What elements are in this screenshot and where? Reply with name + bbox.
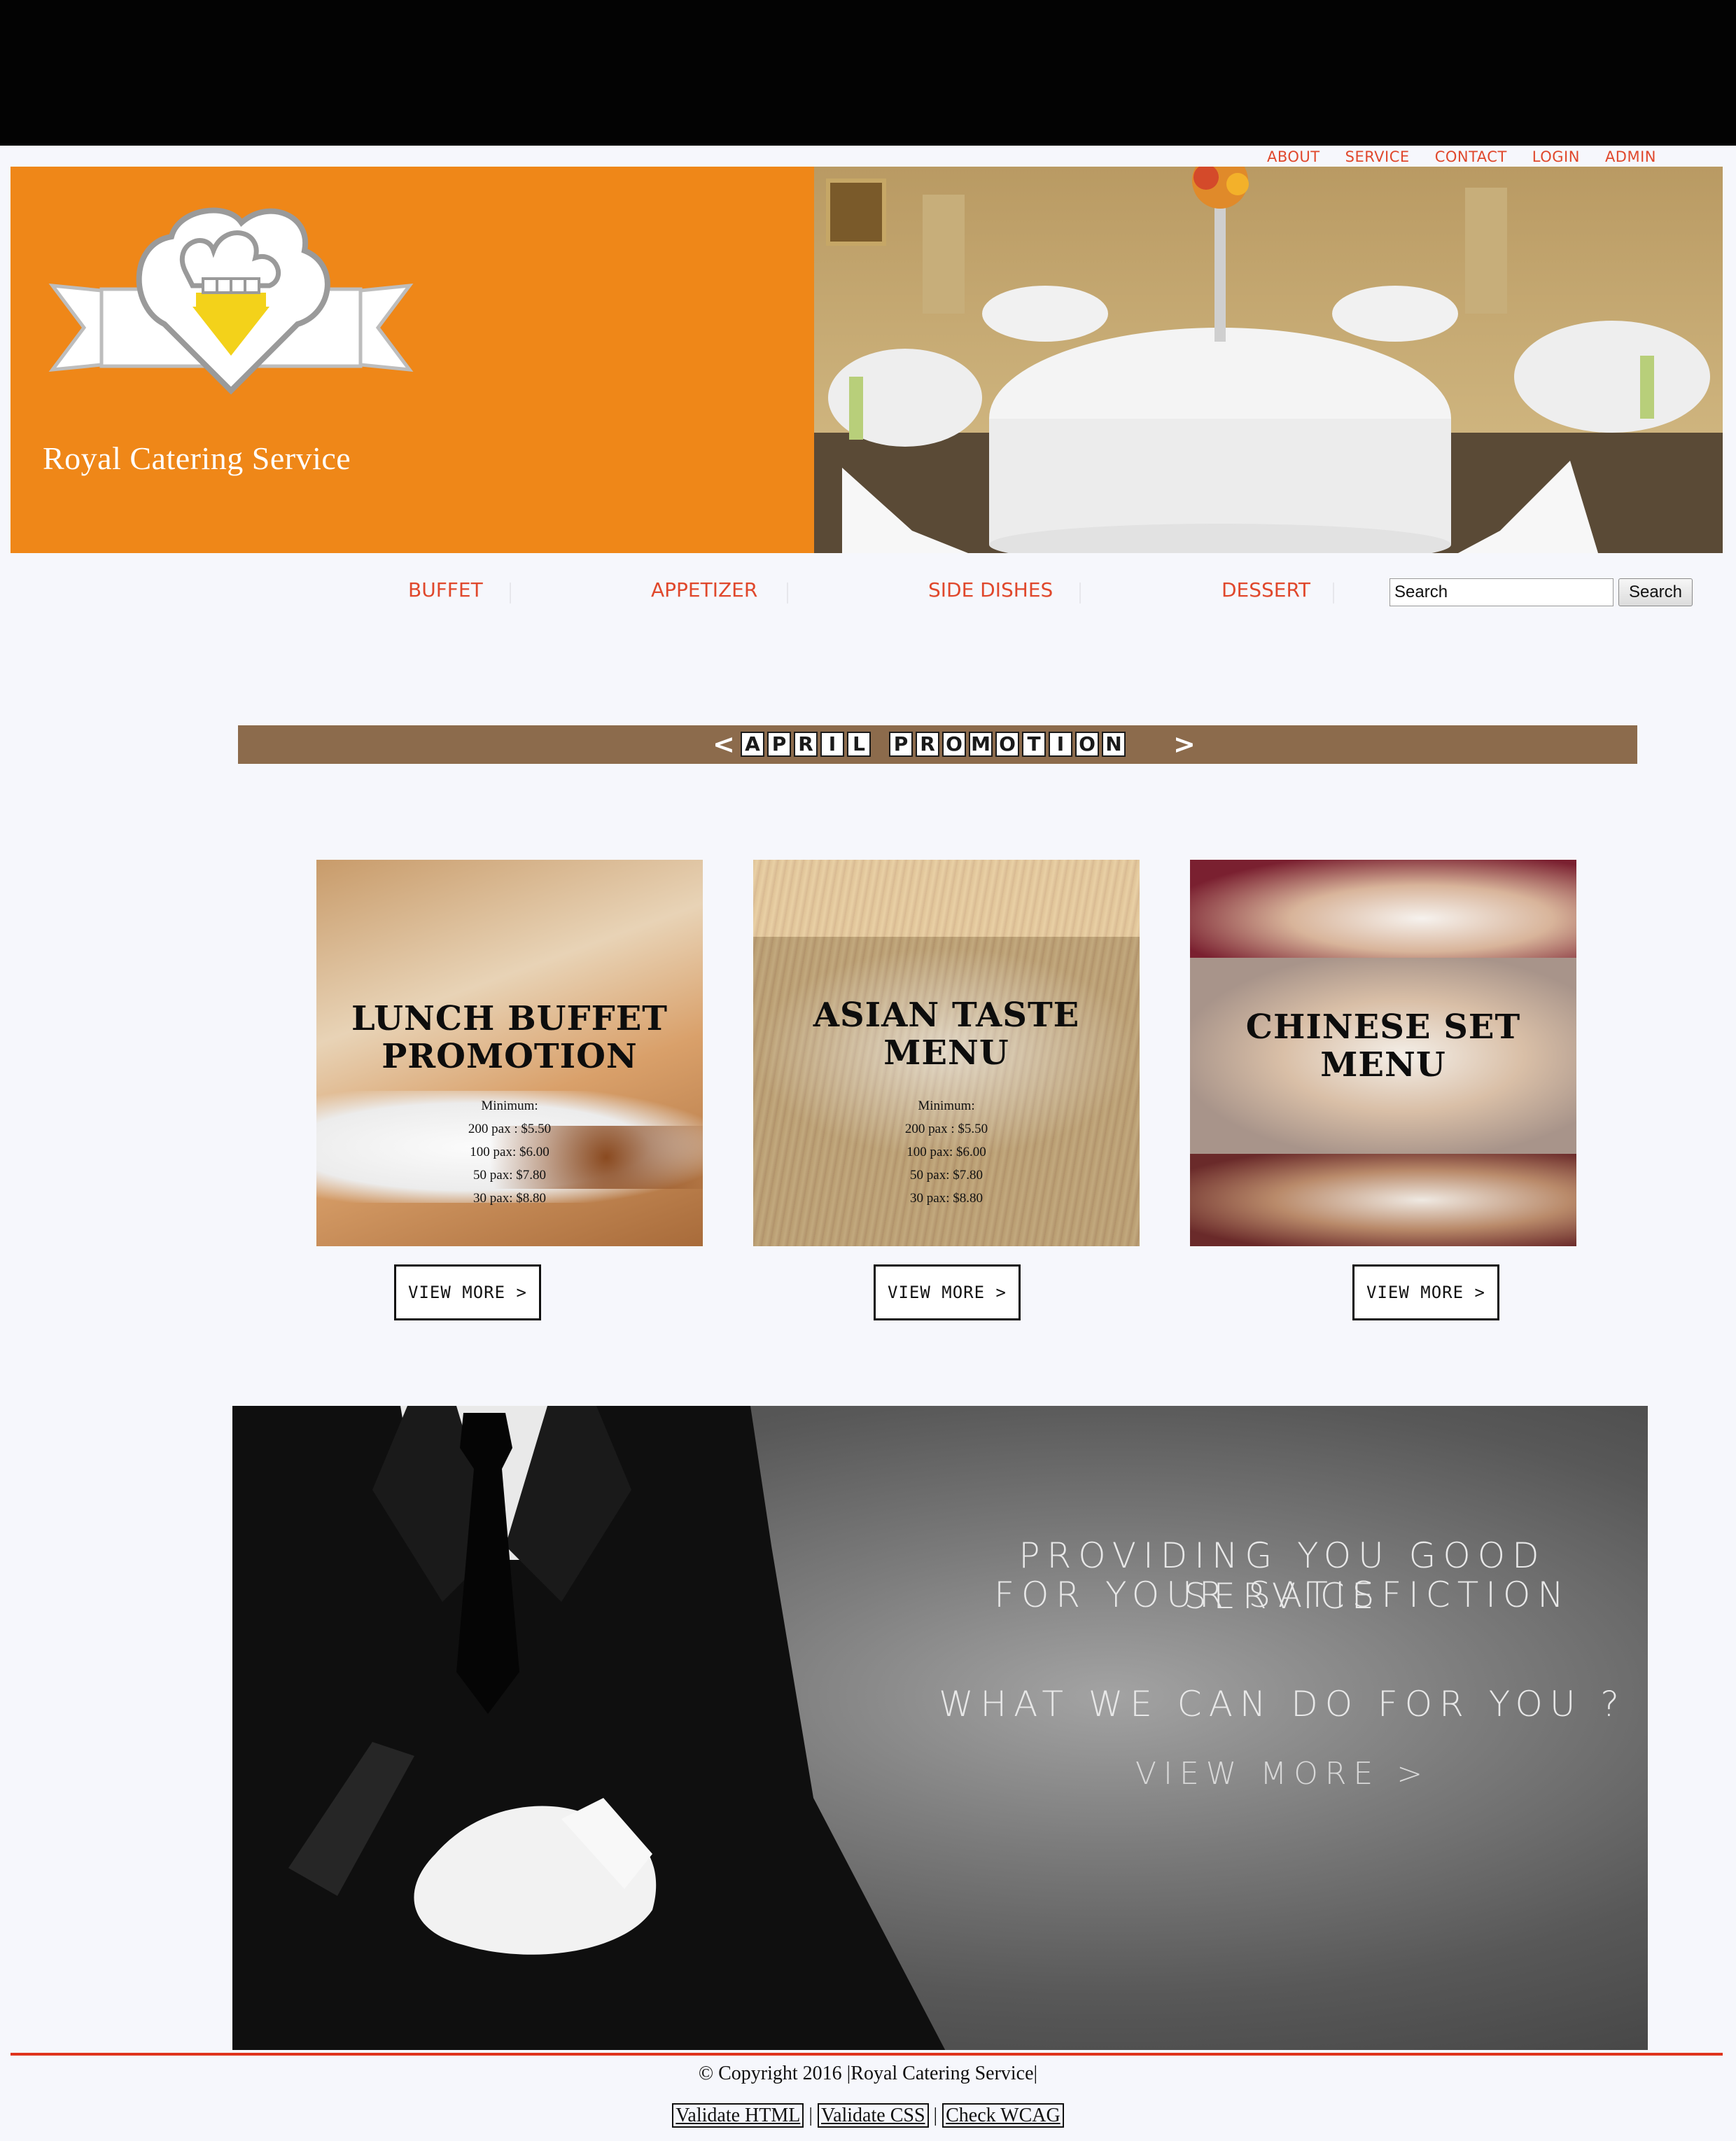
nav-divider <box>787 583 788 604</box>
check-wcag-link[interactable]: Check WCAG <box>942 2103 1064 2128</box>
promo-letter-tile: A <box>741 732 764 757</box>
promo-title: APRILPROMOTION <box>741 732 1128 757</box>
link-separator: | <box>933 2105 938 2126</box>
service-headline-2: FOR YOUR SATISFICTION <box>994 1575 1571 1615</box>
top-nav-contact[interactable]: CONTACT <box>1435 147 1507 167</box>
validate-css-link[interactable]: Validate CSS <box>817 2103 929 2128</box>
card-plate-bottom <box>1190 1154 1576 1246</box>
promo-letter-tile: M <box>969 732 993 757</box>
promo-word-gap <box>874 732 886 757</box>
promo-letter-tile: O <box>1075 732 1099 757</box>
copyright-text: © Copyright 2016 |Royal Catering Service… <box>698 2063 1038 2084</box>
promo-letter-tile: O <box>942 732 966 757</box>
promo-card-asian-taste[interactable]: ASIAN TASTE MENU Minimum: 200 pax : $5.5… <box>753 860 1140 1246</box>
promo-letter-tile: I <box>820 732 844 757</box>
validator-links: Validate HTML | Validate CSS | Check WCA… <box>0 2103 1736 2128</box>
card-plate-top <box>1190 860 1576 958</box>
service-view-more-link[interactable]: VIEW MORE > <box>932 1756 1632 1792</box>
card-strip-light <box>753 860 1140 937</box>
search-input[interactable] <box>1390 578 1614 606</box>
banquet-hall-image-icon <box>814 167 1723 553</box>
nav-divider <box>1079 583 1081 604</box>
promo-letter-tile: L <box>847 732 871 757</box>
card-detail-line: Minimum: <box>918 1099 975 1113</box>
top-nav-login[interactable]: LOGIN <box>1532 147 1580 167</box>
card-detail-line: 200 pax : $5.50 <box>904 1122 988 1136</box>
card-detail-line: 200 pax : $5.50 <box>468 1122 552 1136</box>
card-detail-line: 100 pax: $6.00 <box>906 1145 986 1159</box>
card-detail-line: 30 pax: $8.80 <box>473 1191 546 1206</box>
card-title-line1: ASIAN TASTE <box>813 996 1080 1035</box>
promo-card-lunch-buffet[interactable]: LUNCH BUFFET PROMOTION Minimum: 200 pax … <box>316 860 703 1246</box>
promo-letter-tile: T <box>1022 732 1046 757</box>
card-title-line2: MENU <box>1320 1045 1446 1085</box>
link-separator: | <box>808 2105 813 2126</box>
card-title-line2: PROMOTION <box>382 1037 638 1076</box>
nav-buffet[interactable]: BUFFET <box>408 578 483 601</box>
april-promotion-banner: < APRILPROMOTION > <box>238 725 1637 764</box>
nav-divider <box>1333 583 1334 604</box>
promo-letter-tile: R <box>794 732 818 757</box>
card-title-line1: LUNCH BUFFET <box>351 999 668 1038</box>
service-question: WHAT WE CAN DO FOR YOU ? <box>939 1684 1626 1724</box>
promo-letter-tile: P <box>889 732 913 757</box>
top-navigation: ABOUT SERVICE CONTACT LOGIN ADMIN <box>1267 147 1681 167</box>
card-title-line1: CHINESE SET <box>1245 1007 1521 1047</box>
promo-letter-tile: N <box>1102 732 1126 757</box>
top-black-bar <box>0 0 1736 146</box>
card-detail-line: 50 pax: $7.80 <box>473 1168 546 1183</box>
view-more-button-chinese-set[interactable]: VIEW MORE > <box>1352 1264 1499 1320</box>
promo-card-chinese-set[interactable]: CHINESE SET MENU <box>1190 860 1576 1246</box>
nav-appetizer[interactable]: APPETIZER <box>651 578 757 601</box>
card-title-line2: MENU <box>883 1033 1009 1073</box>
card-detail-line: 30 pax: $8.80 <box>910 1191 983 1206</box>
search-button[interactable]: Search <box>1618 578 1693 606</box>
chef-hat-logo-icon <box>48 207 414 395</box>
top-nav-admin[interactable]: ADMIN <box>1605 147 1656 167</box>
top-nav-service[interactable]: SERVICE <box>1345 147 1410 167</box>
promo-letter-tile: P <box>767 732 791 757</box>
promo-letter-tile: O <box>995 732 1019 757</box>
nav-divider <box>510 583 511 604</box>
promo-letter-tile: R <box>916 732 939 757</box>
view-more-button-asian-taste[interactable]: VIEW MORE > <box>874 1264 1021 1320</box>
nav-side-dishes[interactable]: SIDE DISHES <box>928 578 1053 601</box>
header-banner: Royal Catering Service <box>10 167 1723 553</box>
card-detail-line: 100 pax: $6.00 <box>470 1145 550 1159</box>
banquet-hall-photo <box>814 167 1723 553</box>
brand-name: Royal Catering Service <box>43 440 351 476</box>
validate-html-link[interactable]: Validate HTML <box>672 2103 804 2128</box>
footer-divider <box>10 2053 1723 2056</box>
card-detail-line: Minimum: <box>481 1099 538 1113</box>
view-more-button-lunch-buffet[interactable]: VIEW MORE > <box>394 1264 541 1320</box>
top-nav-about[interactable]: ABOUT <box>1267 147 1320 167</box>
brand-panel: Royal Catering Service <box>10 167 814 553</box>
promo-next-arrow[interactable]: > <box>1173 729 1196 760</box>
promo-letter-tile: I <box>1049 732 1072 757</box>
waiter-figure-icon <box>232 1406 946 2050</box>
nav-dessert[interactable]: DESSERT <box>1222 578 1310 601</box>
service-banner: PROVIDING YOU GOOD SERVICE FOR YOUR SATI… <box>232 1406 1648 2050</box>
promo-prev-arrow[interactable]: < <box>713 729 735 760</box>
card-detail-line: 50 pax: $7.80 <box>910 1168 983 1183</box>
